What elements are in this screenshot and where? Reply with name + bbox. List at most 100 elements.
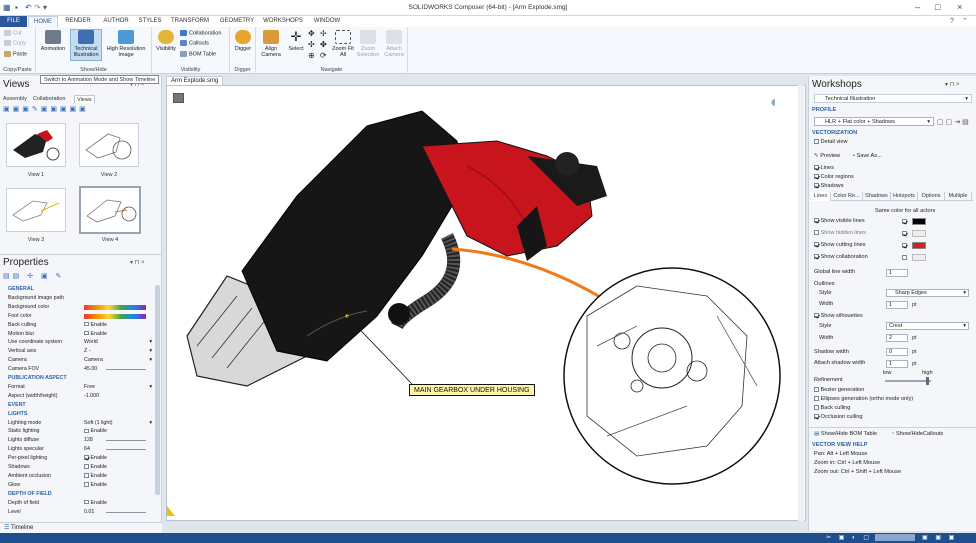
property-slider[interactable]: 128 — [84, 436, 146, 445]
property-combo[interactable]: ▾ Soft (1 light) — [84, 419, 152, 428]
collaboration-color-swatch[interactable] — [912, 254, 926, 261]
properties-scrollbar[interactable] — [155, 285, 160, 495]
cutting-lines-color-swatch[interactable] — [912, 242, 926, 249]
property-checkbox[interactable]: Enable — [84, 321, 107, 330]
bom-table-button[interactable]: BOM Table — [180, 51, 216, 57]
tab-color-regions[interactable]: Color Re... — [831, 192, 863, 201]
tab-workshops[interactable]: WORKSHOPS — [258, 16, 308, 27]
slider-track[interactable] — [106, 440, 146, 442]
select-button[interactable]: ✛ Select — [285, 30, 307, 60]
tab-hotspots[interactable]: Hotspots — [891, 192, 918, 201]
document-tab[interactable]: Arm Explode.smg — [166, 76, 224, 85]
turntable-icon[interactable]: ✤ — [320, 40, 327, 49]
property-value[interactable]: -1.000 — [84, 392, 99, 401]
tab-lines[interactable]: Lines — [811, 192, 831, 201]
minimize-icon[interactable]: – — [915, 2, 920, 12]
property-section[interactable]: GENERAL — [8, 285, 154, 294]
bezier-generation-checkbox[interactable]: Bezier generation — [814, 386, 864, 395]
show-hide-bom-button[interactable]: ▤ Show/Hide BOM Table — [814, 430, 877, 439]
global-line-width-field[interactable]: 1 — [886, 269, 908, 277]
attach-shadow-width-field[interactable]: 1 — [886, 360, 908, 368]
view-thumbnail-1[interactable] — [6, 123, 66, 167]
save-as-button[interactable]: ▪ Save As... — [853, 152, 882, 161]
status-bar-view-icons[interactable]: ▣ ▣ ▣ — [922, 534, 957, 541]
technical-illustration-button[interactable]: Technical Illustration — [70, 29, 102, 61]
slider-track[interactable] — [106, 369, 146, 371]
tab-author[interactable]: AUTHOR — [99, 16, 133, 27]
pan-icon[interactable]: ✢ — [320, 29, 327, 38]
property-combo[interactable]: ▾ Z - — [84, 347, 152, 356]
fly-icon[interactable]: ⊕ — [308, 51, 315, 60]
workshops-panel-controls[interactable]: ▾ ⊓ × — [945, 81, 960, 88]
help-icon[interactable]: ? — [950, 18, 954, 25]
high-resolution-image-button[interactable]: High Resolution Image — [103, 30, 149, 60]
show-silhouettes-checkbox[interactable]: Show silhouettes — [814, 312, 863, 321]
animation-button[interactable]: Animation — [38, 30, 68, 60]
property-checkbox[interactable]: Enable — [84, 463, 107, 472]
color-gradient-picker[interactable] — [84, 304, 146, 310]
property-checkbox[interactable]: Enable — [84, 472, 107, 481]
view-thumbnail-3[interactable] — [6, 188, 66, 232]
cut-button[interactable]: Cut — [4, 30, 22, 36]
property-section[interactable]: EVENT — [8, 401, 154, 410]
property-checkbox[interactable]: Enable — [84, 427, 107, 436]
visibility-button[interactable]: Visibility — [153, 30, 179, 60]
zoom-icon[interactable]: ✣ — [308, 40, 315, 49]
tab-styles[interactable]: STYLES — [135, 16, 165, 27]
property-slider[interactable]: 0.01 — [84, 508, 146, 517]
viewport[interactable]: ◐ MAIN GEARBOX UNDER HOUSING — [166, 85, 806, 521]
paste-button[interactable]: Paste — [4, 51, 27, 57]
properties-toolbar[interactable]: ▤▤ ✢ ▣ ✎ — [3, 272, 64, 280]
viewport-scrollbar[interactable] — [798, 85, 804, 521]
tab-collaboration[interactable]: Collaboration — [33, 95, 65, 103]
tab-views[interactable]: Views — [74, 95, 95, 103]
outline-style-combo[interactable]: Sharp Edges ▾ — [886, 289, 969, 297]
tab-options[interactable]: Options — [918, 192, 945, 201]
detail-view-checkbox[interactable]: Detail view — [814, 138, 848, 147]
show-visible-lines-checkbox[interactable]: Show visible lines — [814, 217, 865, 226]
workshop-selector[interactable]: Technical Illustration ▾ — [814, 94, 972, 103]
property-combo[interactable]: ▾ World — [84, 338, 152, 347]
refinement-slider-track[interactable] — [885, 380, 931, 382]
slider-track[interactable] — [106, 511, 146, 513]
maximize-icon[interactable]: □ — [935, 2, 940, 12]
digger-button[interactable]: Digger — [231, 30, 255, 60]
property-section[interactable]: PUBLICATION ASPECT — [8, 374, 154, 383]
silhouette-style-combo[interactable]: Crest ▾ — [886, 322, 969, 330]
property-combo[interactable]: ▾ Free — [84, 383, 152, 392]
property-slider[interactable]: 45.00 — [84, 365, 146, 374]
tab-home[interactable]: HOME — [28, 16, 58, 27]
tab-transform[interactable]: TRANSFORM — [166, 16, 214, 27]
zoom-fit-all-button[interactable]: Zoom Fit All — [332, 30, 354, 60]
property-checkbox[interactable]: Enable — [84, 481, 107, 490]
hidden-lines-color-swatch[interactable] — [912, 230, 926, 237]
callouts-button[interactable]: Callouts — [180, 40, 209, 46]
ellipses-generation-checkbox[interactable]: Ellipses generation (ortho mode only) — [814, 395, 913, 404]
shadows-checkbox[interactable]: Shadows — [814, 182, 844, 191]
view-thumbnail-2[interactable] — [79, 123, 139, 167]
visible-lines-color-swatch[interactable] — [912, 218, 926, 225]
copy-button[interactable]: Copy — [4, 40, 26, 46]
callout-label[interactable]: MAIN GEARBOX UNDER HOUSING — [409, 384, 535, 396]
shadow-width-field[interactable]: 0 — [886, 348, 908, 356]
rotate-icon[interactable]: ✥ — [308, 29, 315, 38]
property-checkbox[interactable]: Enable — [84, 454, 107, 463]
tab-multiple[interactable]: Multiple — [945, 192, 972, 201]
collaboration-button[interactable]: Collaboration — [180, 30, 221, 36]
property-combo[interactable]: ▾ Camera — [84, 356, 152, 365]
color-gradient-picker[interactable] — [84, 313, 146, 319]
silhouette-width-field[interactable]: 2 — [886, 334, 908, 342]
property-checkbox[interactable]: Enable — [84, 499, 107, 508]
properties-panel-controls[interactable]: ▾ ⊓ × — [130, 259, 145, 266]
property-checkbox[interactable]: Enable — [84, 330, 107, 339]
attach-camera-button[interactable]: Attach Camera — [381, 30, 407, 60]
same-color-checkbox[interactable] — [902, 231, 909, 237]
preview-button[interactable]: ✎ Preview — [814, 152, 840, 161]
color-regions-checkbox[interactable]: Color regions — [814, 173, 854, 182]
views-toolbar[interactable]: ▣▣▣✎▣▣▣▣▣ — [3, 105, 89, 113]
tab-shadows[interactable]: Shadows — [863, 192, 891, 201]
show-hide-callouts-button[interactable]: ◔ Show/HideCallouts — [891, 430, 943, 439]
profile-toolbar[interactable]: ▢▢⇥▤ — [937, 118, 971, 126]
property-section[interactable]: DEPTH OF FIELD — [8, 490, 154, 499]
view-thumbnail-4[interactable] — [79, 186, 141, 234]
